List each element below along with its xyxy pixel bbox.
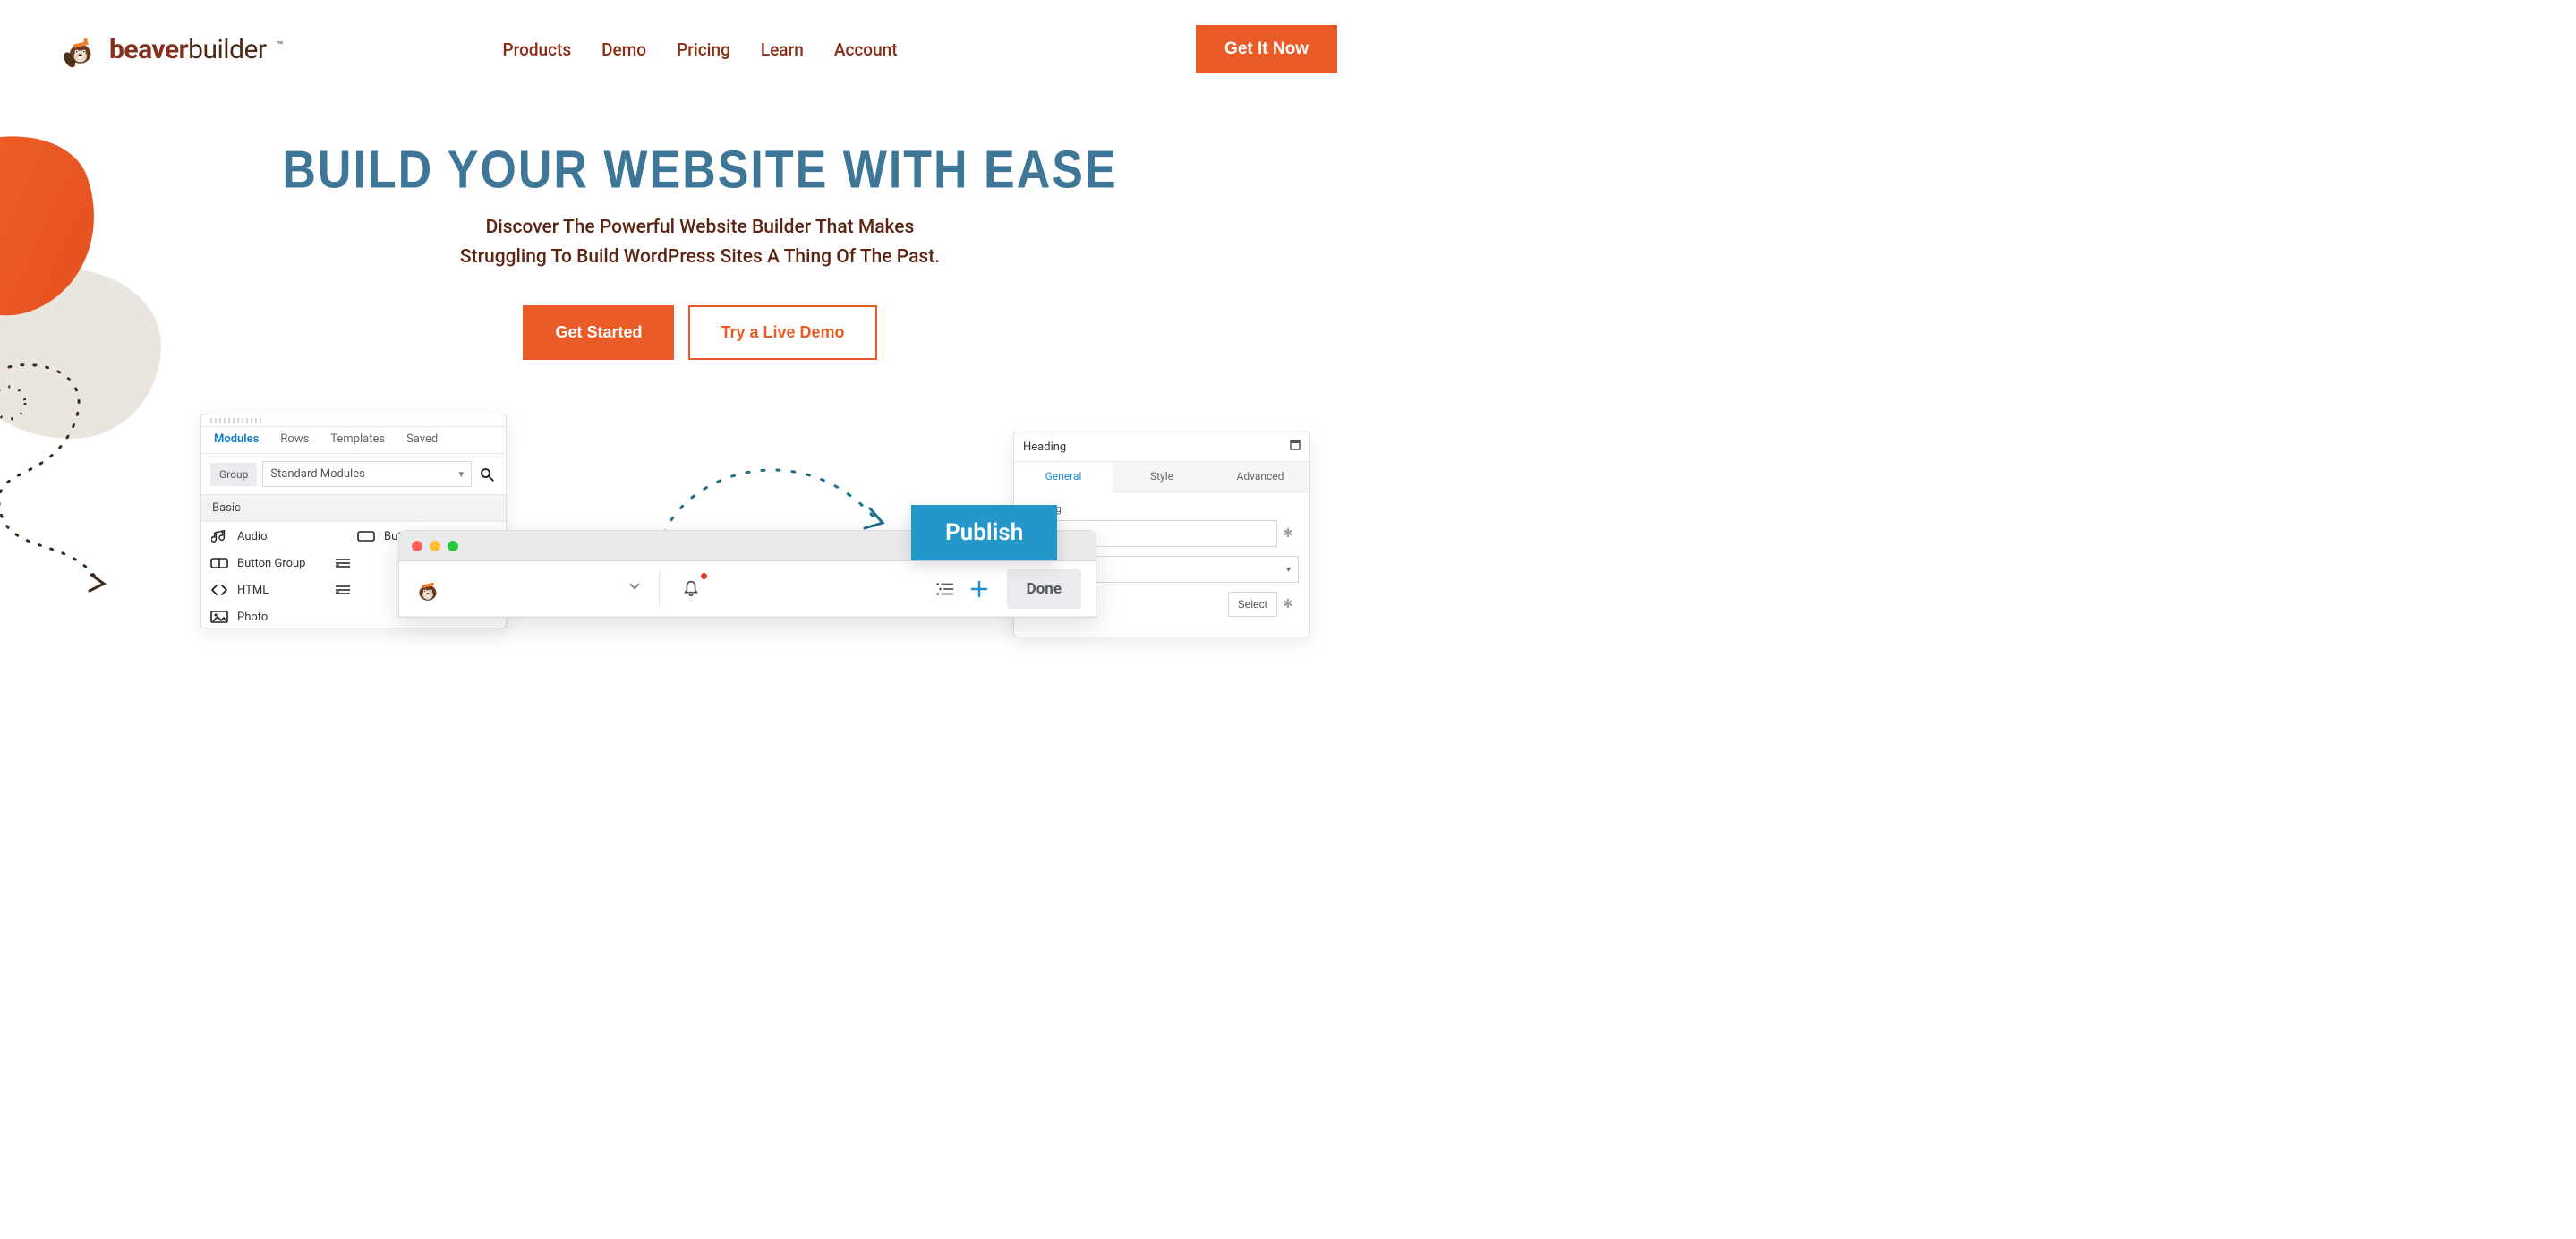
gear-icon[interactable]: ✱ <box>1283 597 1299 611</box>
module-photo[interactable]: Photo <box>210 610 350 624</box>
button-icon <box>357 529 375 543</box>
settings-title: Heading <box>1023 440 1066 454</box>
primary-nav: Products Demo Pricing Learn Account <box>502 39 897 60</box>
nav-pricing[interactable]: Pricing <box>677 39 730 60</box>
tab-saved[interactable]: Saved <box>406 432 438 446</box>
group-select[interactable]: Standard Modules <box>262 461 472 487</box>
drag-lines-icon <box>336 585 350 594</box>
traffic-light-zoom-icon[interactable] <box>448 541 458 551</box>
module-button-group[interactable]: Button Group <box>210 556 350 570</box>
module-audio[interactable]: Audio <box>210 529 350 543</box>
product-mockup-composite: Modules Rows Templates Saved Group Stand… <box>0 414 1400 673</box>
code-icon <box>210 583 228 597</box>
select-button[interactable]: Select <box>1228 592 1277 617</box>
builder-logo-icon[interactable] <box>414 574 444 604</box>
group-label: Group <box>210 463 257 486</box>
tab-rows[interactable]: Rows <box>280 432 309 446</box>
hero-section: BUILD YOUR WEBSITE WITH EASE Discover Th… <box>0 143 1400 360</box>
tab-general[interactable]: General <box>1014 462 1113 492</box>
builder-toolbar: Done <box>399 561 1096 617</box>
expand-icon[interactable] <box>1290 440 1301 454</box>
try-live-demo-button[interactable]: Try a Live Demo <box>688 305 876 360</box>
traffic-light-minimize-icon[interactable] <box>430 541 440 551</box>
modules-filter-row: Group Standard Modules <box>201 454 506 495</box>
modules-panel-tabs: Modules Rows Templates Saved <box>201 427 506 454</box>
trademark-symbol: ™ <box>277 39 284 51</box>
brand-logo[interactable]: beaverbuilder ™ <box>63 30 283 68</box>
beaver-mascot-icon <box>63 30 100 68</box>
settings-title-bar: Heading <box>1014 432 1309 462</box>
tab-modules[interactable]: Modules <box>214 432 259 446</box>
get-it-now-button[interactable]: Get It Now <box>1196 25 1337 73</box>
gear-icon[interactable]: ✱ <box>1283 526 1299 541</box>
drag-lines-icon <box>336 559 350 568</box>
site-header: beaverbuilder ™ Products Demo Pricing Le… <box>0 0 1400 98</box>
settings-tabs: General Style Advanced <box>1014 462 1309 492</box>
tab-style[interactable]: Style <box>1113 462 1211 491</box>
nav-account[interactable]: Account <box>834 39 898 60</box>
nav-learn[interactable]: Learn <box>761 39 804 60</box>
traffic-light-close-icon[interactable] <box>412 541 422 551</box>
decorative-dotted-path <box>0 349 170 618</box>
hero-actions: Get Started Try a Live Demo <box>0 305 1400 360</box>
section-basic: Basic <box>201 495 506 522</box>
module-html[interactable]: HTML <box>210 583 350 597</box>
toolbar-separator <box>659 571 660 607</box>
add-content-icon[interactable] <box>964 574 994 604</box>
photo-icon <box>210 610 228 624</box>
notification-dot-icon <box>701 573 707 579</box>
tab-templates[interactable]: Templates <box>330 432 385 446</box>
chevron-down-icon[interactable] <box>627 578 643 599</box>
brand-wordmark: beaverbuilder <box>109 34 267 65</box>
notifications-icon[interactable] <box>676 574 706 604</box>
tab-advanced[interactable]: Advanced <box>1211 462 1309 491</box>
outline-panel-icon[interactable] <box>930 574 960 604</box>
panel-drag-handle[interactable] <box>201 414 506 427</box>
search-icon[interactable] <box>477 465 497 484</box>
hero-title: BUILD YOUR WEBSITE WITH EASE <box>0 140 1400 201</box>
hero-subtitle: Discover The Powerful Website Builder Th… <box>0 213 1400 271</box>
nav-demo[interactable]: Demo <box>601 39 646 60</box>
field-label-heading: Heading <box>1025 503 1299 515</box>
get-started-button[interactable]: Get Started <box>523 305 674 360</box>
done-button[interactable]: Done <box>1007 569 1081 609</box>
publish-button[interactable]: Publish <box>911 505 1057 560</box>
audio-icon <box>210 529 228 543</box>
button-group-icon <box>210 556 228 570</box>
nav-products[interactable]: Products <box>502 39 571 60</box>
